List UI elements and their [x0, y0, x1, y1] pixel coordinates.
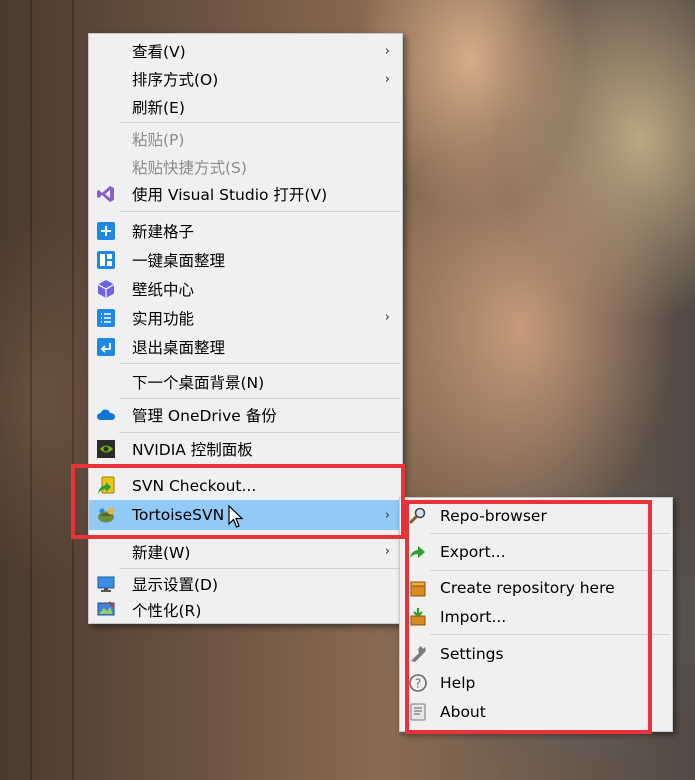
menu-item-label: 退出桌面整理: [132, 338, 226, 357]
menu-item-label: 管理 OneDrive 备份: [132, 407, 277, 425]
menu-item-new-grid[interactable]: 新建格子: [89, 216, 402, 245]
chevron-right-icon: ›: [384, 71, 390, 87]
chevron-right-icon: ›: [384, 310, 390, 325]
menu-item-label: 显示设置(D): [132, 575, 219, 594]
menu-item-utilities[interactable]: 实用功能 ›: [89, 303, 402, 332]
list-icon: [96, 308, 116, 328]
menu-separator: [119, 211, 400, 212]
menu-item-label: 排序方式(O): [132, 71, 219, 89]
nvidia-icon: [96, 439, 116, 459]
menu-item-label: 实用功能: [132, 309, 195, 328]
menu-item-label: 粘贴快捷方式(S): [132, 159, 247, 177]
monitor-icon: [96, 574, 116, 594]
menu-item-new[interactable]: 新建(W) ›: [89, 537, 402, 566]
cube-icon: [96, 279, 116, 299]
menu-separator: [119, 432, 400, 433]
layout-icon: [96, 250, 116, 270]
onedrive-cloud-icon: [96, 405, 116, 425]
exit-icon: [96, 337, 116, 357]
menu-item-view[interactable]: 查看(V) ›: [89, 37, 402, 65]
menu-item-personalize[interactable]: 个性化(R): [89, 596, 402, 623]
menu-separator: [119, 398, 400, 399]
menu-item-label: 使用 Visual Studio 打开(V): [132, 186, 328, 204]
menu-item-paste-shortcut: 粘贴快捷方式(S): [89, 153, 402, 181]
chevron-right-icon: ›: [384, 544, 390, 559]
plus-square-icon: [96, 221, 116, 241]
menu-item-label: 一键桌面整理: [132, 251, 226, 270]
menu-item-label: 个性化(R): [132, 601, 202, 620]
menu-item-open-visual-studio[interactable]: 使用 Visual Studio 打开(V): [89, 179, 402, 209]
menu-item-label: NVIDIA 控制面板: [132, 441, 253, 459]
menu-item-label: 粘贴(P): [132, 131, 185, 149]
menu-separator: [119, 568, 400, 569]
menu-item-display-settings[interactable]: 显示设置(D): [89, 570, 402, 597]
menu-item-label: 新建(W): [132, 543, 191, 562]
menu-item-refresh[interactable]: 刷新(E): [89, 93, 402, 121]
annotation-box-submenu: [405, 500, 652, 734]
menu-item-label: 下一个桌面背景(N): [132, 374, 265, 392]
menu-item-one-key-organize[interactable]: 一键桌面整理: [89, 245, 402, 274]
wallpaper-detail: [30, 0, 32, 780]
visual-studio-icon: [96, 184, 116, 204]
menu-item-sort[interactable]: 排序方式(O) ›: [89, 65, 402, 93]
menu-item-onedrive-backup[interactable]: 管理 OneDrive 备份: [89, 400, 402, 430]
menu-item-paste: 粘贴(P): [89, 125, 402, 153]
menu-item-label: 壁纸中心: [132, 280, 195, 299]
wallpaper-detail: [72, 0, 74, 780]
menu-item-nvidia-panel[interactable]: NVIDIA 控制面板: [89, 434, 402, 464]
menu-item-exit-organize[interactable]: 退出桌面整理: [89, 332, 402, 361]
menu-separator: [119, 363, 400, 364]
mouse-cursor-icon: [228, 504, 244, 533]
menu-separator: [119, 122, 400, 123]
chevron-right-icon: ›: [384, 43, 390, 59]
menu-item-label: 刷新(E): [132, 99, 185, 117]
menu-item-label: 新建格子: [132, 222, 195, 241]
menu-item-next-background[interactable]: 下一个桌面背景(N): [89, 367, 402, 397]
personalize-icon: [96, 600, 116, 620]
menu-item-wallpaper-center[interactable]: 壁纸中心: [89, 274, 402, 303]
menu-item-label: 查看(V): [132, 43, 186, 61]
